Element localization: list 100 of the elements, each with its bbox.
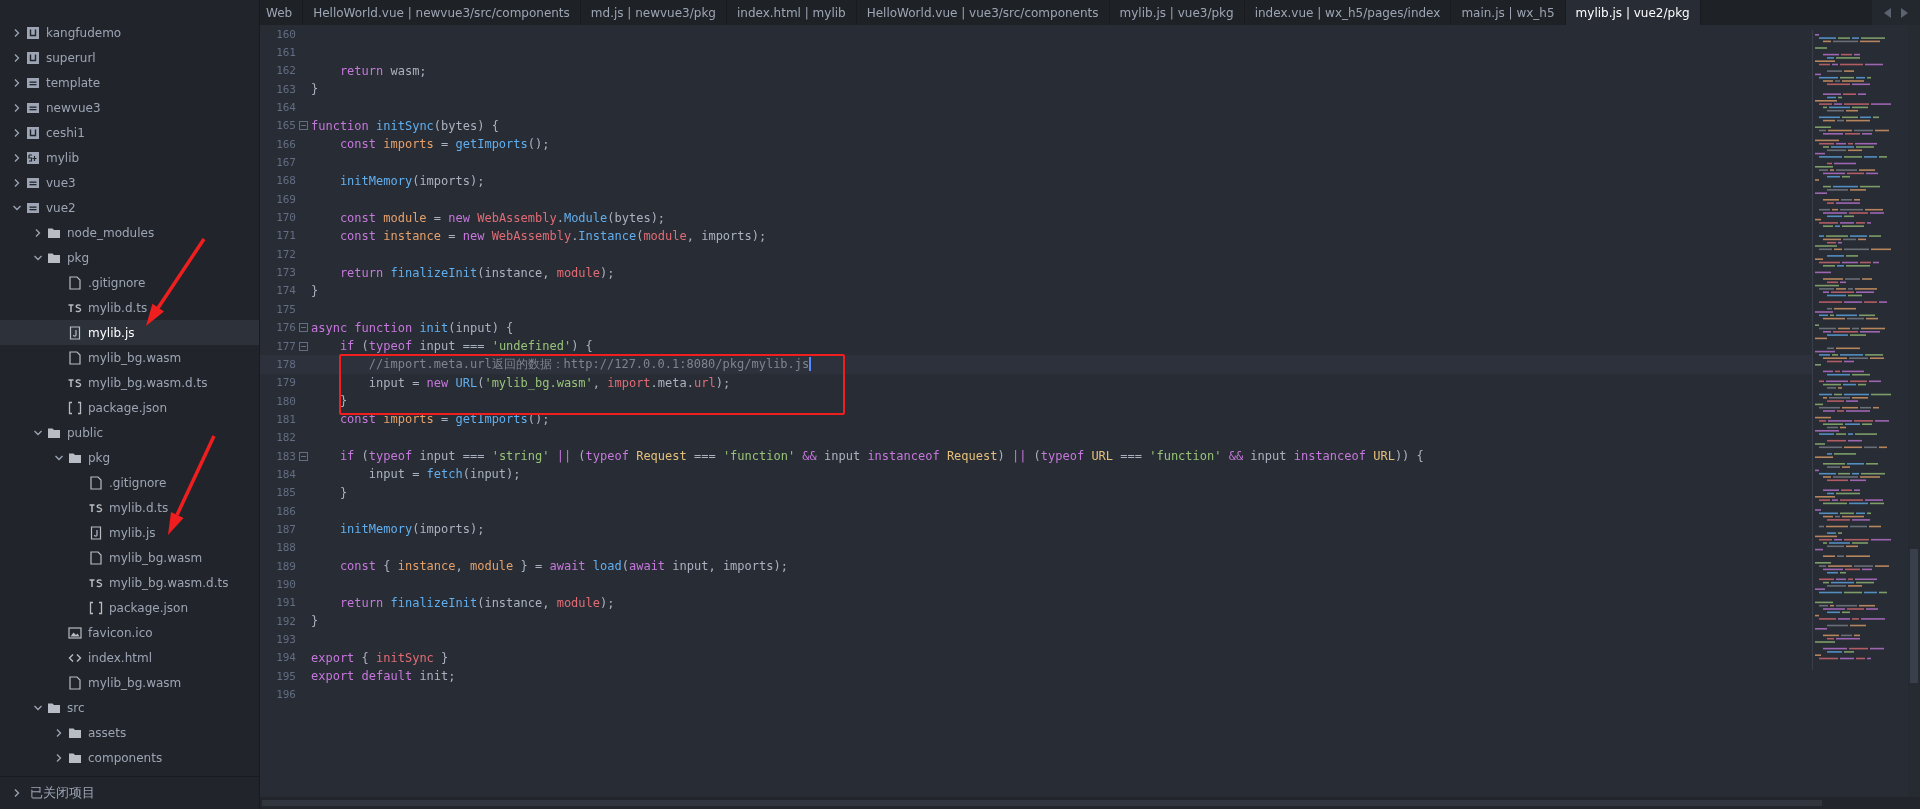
file-icon [68,275,82,290]
line-number: 188 [275,541,296,555]
chevron-right-icon[interactable] [12,102,22,113]
file-icon [68,350,82,365]
file-tree-item[interactable]: mylib_bg.wasm.d.ts [0,370,259,395]
file-tree-item[interactable]: assets [0,720,259,745]
file-tree-item[interactable]: index.html [0,645,259,670]
file-tree-item[interactable]: components [0,745,259,770]
file-tree-item[interactable]: mylib.d.ts [0,295,259,320]
editor-tab[interactable]: md.js | newvue3/pkg [580,0,727,25]
scroll-right-icon[interactable] [1900,7,1908,18]
line-number: 196 [275,688,296,702]
file-tree-item[interactable]: template [0,70,259,95]
editor-tab[interactable]: main.js | wx_h5 [1451,0,1566,25]
chevron-right-icon[interactable] [12,177,22,188]
line-number: 163 [275,82,296,96]
file-tree-item[interactable]: mylib_bg.wasm.d.ts [0,570,259,595]
file-tree-item[interactable]: kangfudemo [0,20,259,45]
line-number: 175 [275,302,296,316]
file-tree-item[interactable]: mylib [0,145,259,170]
code-line: function initSync(bytes) { [311,118,499,133]
line-number: 181 [275,412,296,426]
code-line: export { initSync } [311,650,449,665]
brackets-icon [68,400,82,415]
file-tree-item[interactable]: superurl [0,45,259,70]
code-line: input = fetch(input); [367,467,521,482]
line-number: 191 [275,596,296,610]
code-line: export default init; [311,669,456,684]
line-number: 192 [275,614,296,628]
file-tree-item[interactable]: vue2 [0,195,259,220]
code-line: } [311,614,319,629]
line-number: 173 [275,266,296,280]
editor-tab[interactable]: mylib.js | vue3/pkg [1109,0,1245,25]
file-tree-item[interactable]: mylib.js [0,320,259,345]
chevron-right-icon[interactable] [12,77,22,88]
line-number: 170 [275,211,296,225]
chevron-right-icon[interactable] [12,52,22,63]
scroll-left-icon[interactable] [1884,7,1892,18]
file-tree-item[interactable]: package.json [0,595,259,620]
chevron-right-icon[interactable] [54,752,64,763]
line-number: 190 [275,578,296,591]
code-line: const instance = new WebAssembly.Instance(module, imports); [338,228,767,243]
chevron-right-icon[interactable] [12,127,22,138]
chevron-right-icon[interactable] [33,227,43,238]
file-tree-item[interactable]: pkg [0,445,259,470]
file-icon [89,550,103,565]
editor-tab[interactable]: mylib.js | vue2/pkg [1565,0,1701,25]
fold-toggle-icon[interactable] [299,323,308,333]
code-line: input = new URL('mylib_bg.wasm', import.meta.url); [367,375,731,390]
fold-toggle-icon[interactable] [299,121,308,131]
line-number: 161 [275,46,296,59]
editor-tab[interactable]: index.vue | wx_h5/pages/index [1244,0,1452,25]
chevron-right-icon[interactable] [12,152,22,163]
file-tree-item[interactable]: favicon.ico [0,620,259,645]
fold-toggle-icon[interactable] [299,451,308,461]
closed-projects-item[interactable]: 已关闭项目 [0,776,259,809]
scrollbar-thumb[interactable] [1910,549,1918,683]
editor-tab[interactable]: HelloWorld.vue | vue3/src/components [856,0,1110,25]
file-tree-item[interactable]: vue3 [0,170,259,195]
code-line: //import.meta.url返回的数据：http://127.0.0.1:8080/pkg/mylib.js [367,355,811,373]
code-line: } [338,485,348,500]
line-number: 189 [275,559,296,573]
chevron-right-icon[interactable] [12,788,22,798]
line-number: 176 [275,321,296,335]
code-line: const module = new WebAssembly.Module(bytes); [338,210,666,225]
file-tree-item[interactable]: ceshi1 [0,120,259,145]
line-number: 167 [275,156,296,170]
file-tree-item[interactable]: newvue3 [0,95,259,120]
line-number: 160 [275,27,296,41]
line-number: 187 [275,522,296,536]
code-line: return finalizeInit(instance, module); [338,265,615,280]
editor-tab[interactable]: HelloWorld.vue | newvue3/src/components [303,0,581,25]
chevron-right-icon[interactable] [12,27,22,38]
code-line: return wasm; [338,63,427,78]
code-line: initMemory(imports); [338,522,485,537]
file-tree-item[interactable]: node_modules [0,220,259,245]
code-line: if (typeof input === 'string' || (typeof Request === 'function' && input instanceof Request) || (typeof URL === 'function' && input instanceof URL)) { [338,449,1424,464]
chevron-right-icon[interactable] [54,727,64,738]
code-line: async function init(input) { [311,320,514,335]
line-number: 195 [275,669,296,683]
editor-tab[interactable]: index.html | mylib [726,0,857,25]
line-number: 174 [275,284,296,298]
file-tree-item[interactable]: public [0,420,259,445]
file-tree-item[interactable]: pkg [0,245,259,270]
js-file-icon [89,525,103,540]
file-icon [89,475,103,490]
editor-tab[interactable]: Web [260,0,304,25]
file-tree-item[interactable]: mylib_bg.wasm [0,345,259,370]
image-file-icon [68,625,82,640]
file-tree-item[interactable]: mylib_bg.wasm [0,545,259,570]
line-number: 182 [275,431,296,445]
project-box-icon [26,25,40,40]
file-tree-item[interactable]: .gitignore [0,270,259,295]
file-tree-item[interactable]: src [0,695,259,720]
file-tree-item[interactable]: .gitignore [0,470,259,495]
file-tree-item[interactable]: mylib.d.ts [0,495,259,520]
file-tree-item[interactable]: mylib.js [0,520,259,545]
fold-toggle-icon[interactable] [299,341,308,351]
file-tree-item[interactable]: package.json [0,395,259,420]
file-tree-item[interactable]: mylib_bg.wasm [0,670,259,695]
